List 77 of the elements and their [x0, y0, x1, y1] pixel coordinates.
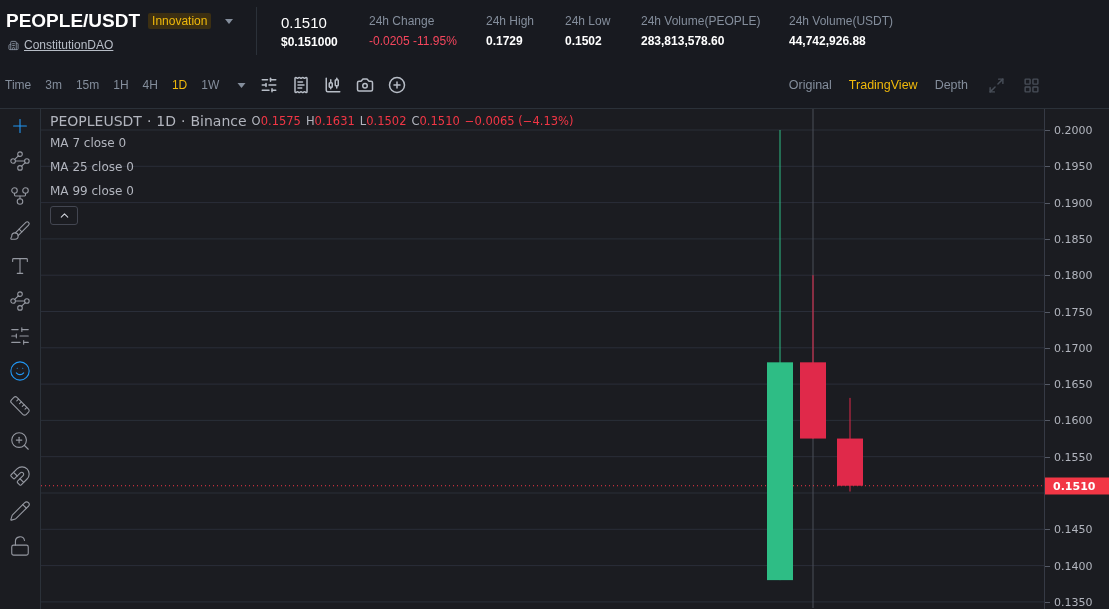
magnet-icon[interactable] [9, 465, 31, 487]
stat-value: 44,742,926.88 [789, 34, 867, 48]
caret-icon[interactable] [225, 18, 234, 24]
current-price-label: 0.1510 [1045, 477, 1109, 495]
price-tick: 0.1450 [1054, 522, 1093, 536]
price-tick: 0.1750 [1054, 305, 1093, 318]
view-tab[interactable]: Original [788, 78, 832, 92]
receipt-icon[interactable] [292, 76, 311, 94]
brush-icon[interactable] [9, 220, 31, 242]
price-tick: 0.1400 [1054, 559, 1093, 573]
building-icon [8, 39, 19, 51]
stat-value: 283,813,578.60 [641, 34, 726, 48]
stat-label: 24h Volume(USDT) [789, 14, 895, 28]
price-change: −0.0065 (−4.13%) [464, 114, 574, 128]
interval-tab[interactable]: 1D [171, 78, 195, 92]
stat-label: 24h Low [565, 14, 612, 28]
interval-tab[interactable]: Time [5, 78, 39, 92]
chart-title: PEOPLEUSDT [50, 113, 142, 129]
ohlc-label: O [251, 114, 261, 128]
ohlc-value: 0.1510 [419, 114, 460, 128]
smiley-icon[interactable] [9, 360, 31, 382]
price-tick: 0.1650 [1054, 377, 1093, 391]
unlock-icon[interactable] [9, 535, 31, 557]
indicator-label: MA 99 close 0 [50, 183, 135, 200]
innovation-tag: Innovation [148, 13, 212, 29]
ruler-icon[interactable] [9, 395, 31, 417]
chart-title: 1D [156, 113, 176, 129]
price-tick: 0.2000 [1054, 123, 1093, 137]
fork-icon[interactable] [9, 185, 31, 207]
ohlc-value: 0.1502 [366, 114, 407, 128]
stat-label: 24h Change [369, 14, 436, 28]
settings-icon[interactable] [260, 76, 279, 94]
price-tick: 0.1900 [1054, 196, 1093, 210]
interval-tab[interactable]: 3m [45, 78, 69, 92]
price-tick: 0.1800 [1054, 268, 1093, 282]
candlestick-icon[interactable] [324, 76, 343, 94]
indicator-label: MA 25 close 0 [50, 159, 135, 176]
pattern-icon[interactable] [9, 290, 31, 312]
price-tick: 0.1550 [1054, 450, 1093, 464]
caret-icon[interactable] [237, 82, 247, 88]
line-tool-icon[interactable] [9, 150, 31, 172]
measure-icon[interactable] [9, 325, 31, 347]
price-tick: 0.1350 [1054, 595, 1093, 609]
collapse-button[interactable] [50, 206, 78, 225]
price-tick: 0.1850 [1054, 232, 1093, 246]
zoom-in-icon[interactable] [9, 430, 31, 452]
stat-value: -0.0205 -11.95% [369, 34, 458, 48]
chart-title: Binance [190, 113, 247, 129]
interval-tab[interactable]: 1H [113, 78, 136, 92]
ohlc-label: L [359, 114, 367, 128]
interval-tab[interactable]: 15m [75, 78, 107, 92]
chart-title: · [146, 113, 152, 129]
price-tick: 0.1950 [1054, 159, 1093, 173]
pencil-lock-icon[interactable] [9, 500, 31, 522]
stat-value: 0.1502 [565, 34, 603, 48]
chart-title: · [181, 113, 186, 129]
last-price: 0.1510 [281, 13, 328, 31]
stat-value: 0.1729 [486, 34, 524, 48]
add-circle-icon[interactable] [388, 76, 407, 94]
price-usd: $0.151000 [281, 34, 339, 49]
stat-label: 24h Volume(PEOPLE) [641, 14, 762, 28]
project-link[interactable]: ConstitutionDAO [24, 38, 114, 52]
view-tab[interactable]: Depth [934, 78, 968, 92]
price-tick: 0.1700 [1054, 341, 1093, 355]
stat-label: 24h High [486, 14, 536, 28]
price-tick: 0.1600 [1054, 413, 1093, 427]
view-tab[interactable]: TradingView [848, 78, 918, 92]
camera-icon[interactable] [356, 76, 375, 94]
ohlc-label: C [411, 114, 420, 128]
text-tool-icon[interactable] [9, 255, 31, 277]
ohlc-label: H [305, 114, 315, 128]
pair-symbol: PEOPLE/USDT [6, 10, 141, 32]
ohlc-value: 0.1631 [314, 114, 355, 128]
indicator-label: MA 7 close 0 [50, 135, 128, 152]
ohlc-value: 0.1575 [260, 114, 301, 128]
interval-tab[interactable]: 4H [142, 78, 165, 92]
interval-tab[interactable]: 1W [201, 78, 227, 92]
